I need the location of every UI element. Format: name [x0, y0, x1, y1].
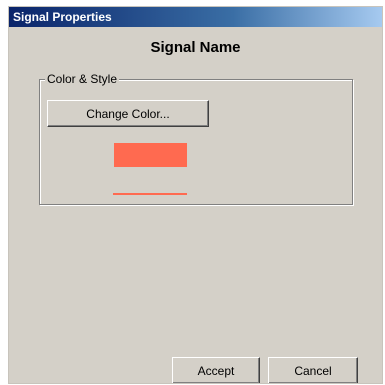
accept-button[interactable]: Accept	[172, 357, 260, 383]
color-style-legend: Color & Style	[45, 72, 120, 86]
color-swatch	[114, 143, 187, 167]
cancel-button[interactable]: Cancel	[268, 357, 358, 383]
line-style-preview	[113, 193, 187, 195]
color-style-group: Color & Style Change Color...	[39, 72, 353, 205]
signal-name-heading: Signal Name	[150, 39, 241, 56]
dialog-title: Signal Properties	[13, 10, 112, 24]
change-color-button[interactable]: Change Color...	[47, 100, 209, 127]
title-bar[interactable]: Signal Properties	[9, 7, 382, 27]
signal-properties-dialog: Signal Properties Signal Name Color & St…	[8, 6, 383, 384]
